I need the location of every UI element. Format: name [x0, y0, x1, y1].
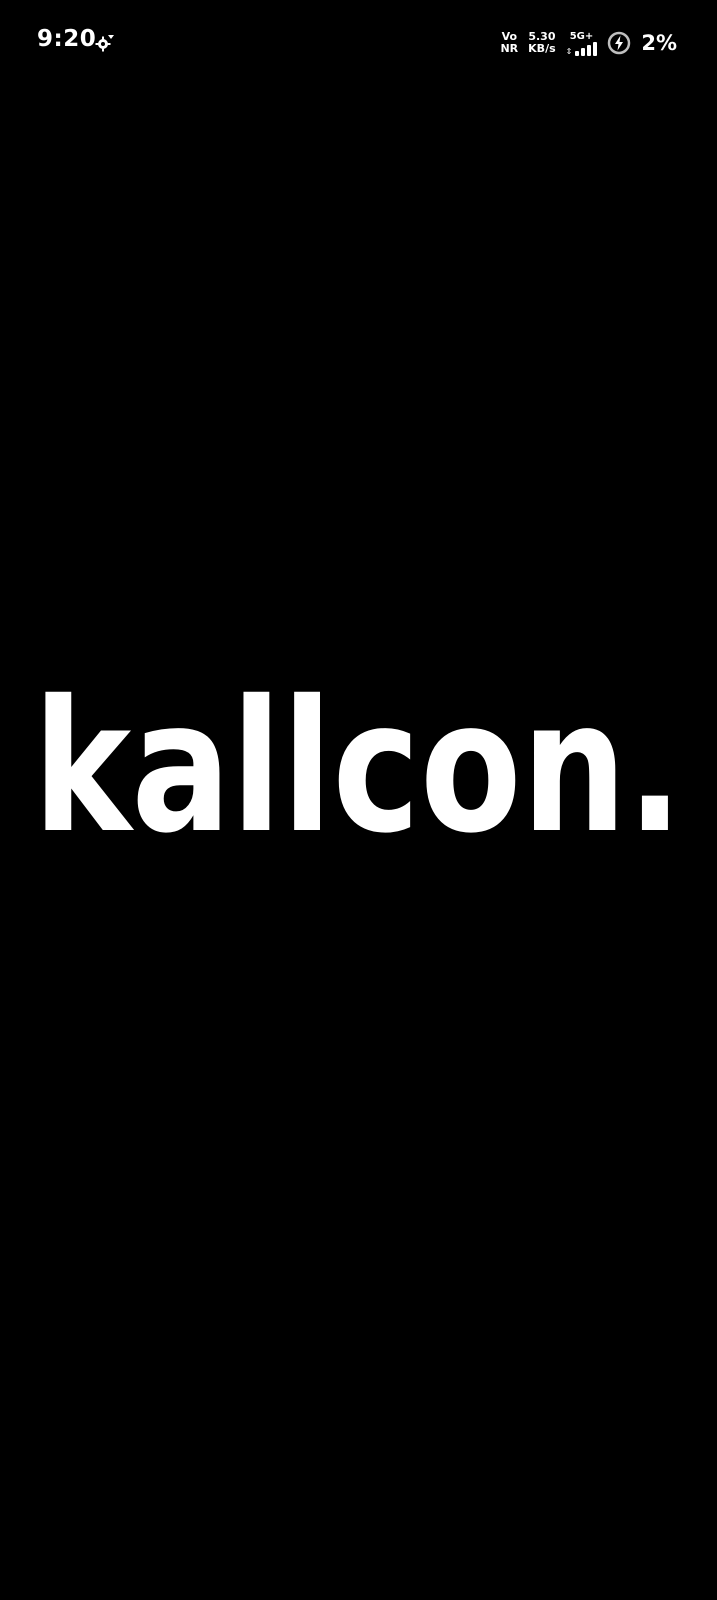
- data-arrows-icon: ⇕: [565, 46, 573, 56]
- volte-bottom-label: NR: [500, 42, 519, 55]
- network-speed-unit: KB/s: [528, 42, 556, 55]
- status-bar: 9:20 Vo NR 5.30 KB/s 5G+ ⇕ 2%: [0, 0, 717, 84]
- battery-percent: 2%: [641, 31, 677, 55]
- wordmark-text: kallcon.: [33, 688, 683, 858]
- kallcon-logo: kallcon.: [33, 688, 683, 858]
- gear-icon: [95, 35, 114, 52]
- splash-screen: 9:20 Vo NR 5.30 KB/s 5G+ ⇕ 2% kallcon.: [0, 0, 717, 1600]
- cellular-signal: 5G+ ⇕: [566, 31, 598, 56]
- volte-indicator: Vo NR: [500, 31, 518, 55]
- brand-logo: kallcon.: [0, 688, 717, 858]
- status-time: 9:20: [37, 26, 97, 52]
- battery-charging-icon: [608, 31, 631, 55]
- signal-bars-icon: ⇕: [565, 41, 598, 56]
- network-speed: 5.30 KB/s: [528, 31, 555, 55]
- status-right-group: Vo NR 5.30 KB/s 5G+ ⇕ 2%: [500, 28, 677, 58]
- network-type-label: 5G+: [569, 30, 594, 42]
